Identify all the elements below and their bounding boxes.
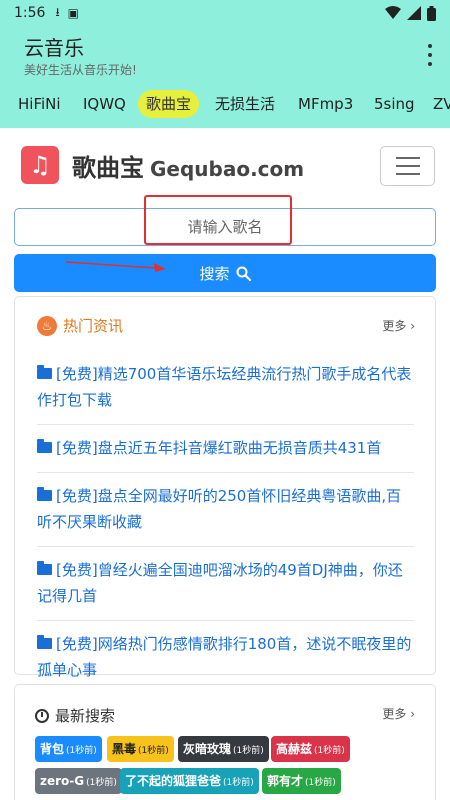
site-logo[interactable]: 歌曲宝 Gequbao.com xyxy=(72,148,304,183)
webview: ♫ 歌曲宝Gequbao.com 搜索 ♨ 热门资讯 更多 › [免费]精选70… xyxy=(0,128,450,800)
wifi-icon xyxy=(385,6,401,19)
hot-news-card: ♨ 热门资讯 更多 › [免费]精选700首华语乐坛经典流行热门歌手成名代表作打… xyxy=(14,296,436,679)
hot-news-title: 热门资讯 xyxy=(63,317,124,335)
search-tag[interactable]: 了不起的狐狸爸爸 (1秒前) xyxy=(120,768,259,794)
hot-news-header: ♨ 热门资讯 xyxy=(37,315,123,336)
music-note-icon: ♫ xyxy=(21,146,59,184)
news-more-link[interactable]: 更多 › xyxy=(382,317,415,334)
tab-iqwq[interactable]: IQWQ xyxy=(75,90,134,118)
battery-icon xyxy=(427,5,436,21)
search-tag[interactable]: zero-G (1秒前) xyxy=(35,768,122,794)
folder-icon xyxy=(37,365,52,379)
folder-icon xyxy=(37,635,52,649)
recent-search-title: 最新搜索 xyxy=(55,707,116,725)
search-tag[interactable]: 背包 (1秒前) xyxy=(35,736,102,762)
folder-icon xyxy=(37,561,52,575)
news-item[interactable]: [免费]曾经火遍全国迪吧溜冰场的49首DJ神曲，你还记得几首 xyxy=(37,547,414,621)
overflow-menu-icon[interactable] xyxy=(424,44,436,66)
recent-search-card: 最新搜索 更多 › 背包 (1秒前) 黑毒 (1秒前) 灰暗玫瑰 (1秒前) 高赫兹(… xyxy=(14,684,436,800)
app-notification-icon: ▣ xyxy=(67,6,79,20)
tab-mfmp3[interactable]: MFmp3 xyxy=(290,90,361,118)
signal-icon xyxy=(407,6,421,20)
status-bar: 1:56 ⭳ ▣ xyxy=(0,0,450,26)
tab-wusun[interactable]: 无损生活 xyxy=(207,90,283,118)
source-tabs: HiFiNi IQWQ 歌曲宝 无损生活 MFmp3 5sing ZV xyxy=(0,82,450,128)
search-tag[interactable]: 高赫兹 (1秒前) xyxy=(271,736,350,762)
app-subtitle: 美好生活从音乐开始! xyxy=(24,63,137,77)
pointer-arrow-icon xyxy=(66,261,166,272)
folder-icon xyxy=(37,487,52,501)
tab-hifini[interactable]: HiFiNi xyxy=(10,90,69,118)
fire-icon: ♨ xyxy=(37,315,57,336)
tab-5sing[interactable]: 5sing xyxy=(366,90,423,118)
history-icon xyxy=(35,708,49,723)
recent-more-link[interactable]: 更多 › xyxy=(382,705,415,722)
news-list: [免费]精选700首华语乐坛经典流行热门歌手成名代表作打包下载 [免费]盘点近五… xyxy=(37,351,414,694)
search-tag[interactable]: 郭有才 (1秒前) xyxy=(262,768,341,794)
tab-zv[interactable]: ZV xyxy=(425,90,450,118)
search-tag[interactable]: 黑毒 (1秒前) xyxy=(107,736,174,762)
status-time: 1:56 xyxy=(14,5,46,21)
app-title: 云音乐 xyxy=(24,36,84,60)
news-item[interactable]: [免费]精选700首华语乐坛经典流行热门歌手成名代表作打包下载 xyxy=(37,351,414,425)
song-search-input[interactable] xyxy=(14,208,436,246)
folder-icon xyxy=(37,439,52,453)
site-domain: Gequbao.com xyxy=(150,157,305,181)
site-name: 歌曲宝 xyxy=(72,154,144,182)
hamburger-menu-button[interactable] xyxy=(380,146,435,186)
search-button-label: 搜索 xyxy=(199,264,230,283)
tab-gequbao[interactable]: 歌曲宝 xyxy=(138,90,200,118)
search-tag[interactable]: 灰暗玫瑰 (1秒前) xyxy=(178,736,269,762)
news-item[interactable]: [免费]盘点近五年抖音爆红歌曲无损音质共431首 xyxy=(37,425,414,473)
download-icon: ⭳ xyxy=(55,4,60,19)
search-icon xyxy=(236,266,251,281)
app-bar: 云音乐 美好生活从音乐开始! xyxy=(0,26,450,82)
recent-search-header: 最新搜索 xyxy=(35,705,115,726)
news-item[interactable]: [免费]盘点全网最好听的250首怀旧经典粤语歌曲,百听不厌果断收藏 xyxy=(37,473,414,547)
